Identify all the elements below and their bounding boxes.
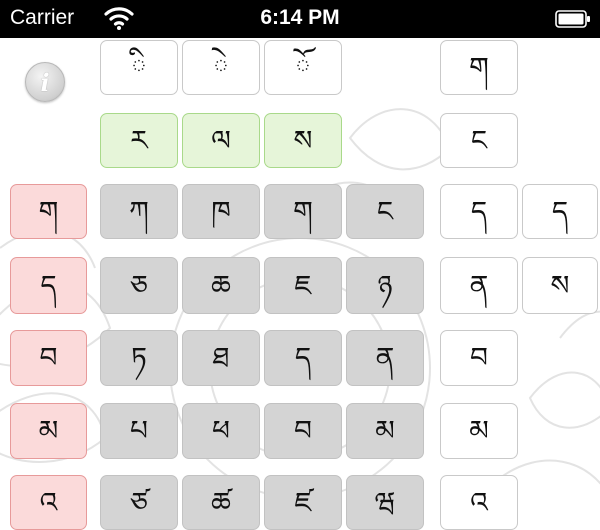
root-letter-key[interactable]: ཛ (264, 475, 342, 530)
root-letter-key[interactable]: ཁ (182, 184, 260, 239)
root-letter-key[interactable]: ཚ (182, 475, 260, 530)
root-letter-key[interactable]: ད (264, 330, 342, 386)
prefix-key-ma[interactable]: མ (10, 403, 87, 459)
root-letter-key[interactable]: ཕ (182, 403, 260, 459)
root-letter-key[interactable]: བ (264, 403, 342, 459)
root-letter-key[interactable]: ཇ (264, 257, 342, 314)
vowel-key-o[interactable]: ོ (264, 40, 342, 95)
root-letter-key[interactable]: ན (346, 330, 424, 386)
suffix-key-ga[interactable]: ག (440, 40, 518, 95)
suffix-key-ba[interactable]: བ (440, 330, 518, 386)
head-letter-key-sa[interactable]: ས (264, 113, 342, 168)
root-letter-key[interactable]: ག (264, 184, 342, 239)
post-suffix-key-sa[interactable]: ས (522, 257, 598, 314)
root-letter-key[interactable]: ཙ (100, 475, 178, 530)
info-icon: i (40, 68, 50, 97)
post-suffix-key-da[interactable]: ད (522, 184, 598, 239)
root-letter-key[interactable]: མ (346, 403, 424, 459)
head-letter-key-la[interactable]: ལ (182, 113, 260, 168)
root-letter-key[interactable]: ང (346, 184, 424, 239)
prefix-key-ga[interactable]: ག (10, 184, 87, 239)
vowel-key-e[interactable]: ེ (182, 40, 260, 95)
suffix-key-da[interactable]: ད (440, 184, 518, 239)
status-bar: Carrier 6:14 PM (0, 0, 600, 38)
suffix-key-a[interactable]: འ (440, 475, 518, 530)
root-letter-key[interactable]: ཐ (182, 330, 260, 386)
prefix-key-a[interactable]: འ (10, 475, 87, 530)
root-letter-key[interactable]: ཅ (100, 257, 178, 314)
suffix-key-na[interactable]: ན (440, 257, 518, 314)
suffix-key-ma[interactable]: མ (440, 403, 518, 459)
head-letter-key-ra[interactable]: ར (100, 113, 178, 168)
root-letter-key[interactable]: ཀ (100, 184, 178, 239)
battery-icon (555, 10, 590, 28)
root-letter-key[interactable]: ཏ (100, 330, 178, 386)
suffix-key-nga[interactable]: ང (440, 113, 518, 168)
root-letter-key[interactable]: ཆ (182, 257, 260, 314)
info-button[interactable]: i (25, 62, 65, 102)
clock: 6:14 PM (260, 6, 340, 29)
root-letter-key[interactable]: པ (100, 403, 178, 459)
prefix-key-da[interactable]: ད (10, 257, 87, 314)
root-letter-key[interactable]: ཉ (346, 257, 424, 314)
root-letter-key[interactable]: ཝ (346, 475, 424, 530)
prefix-key-ba[interactable]: བ (10, 330, 87, 386)
vowel-key-i[interactable]: ི (100, 40, 178, 95)
